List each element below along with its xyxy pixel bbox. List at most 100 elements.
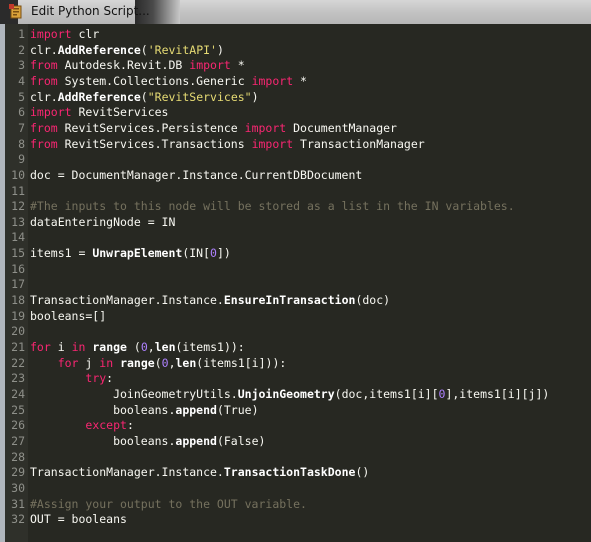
code-token: () — [355, 465, 370, 480]
code-line[interactable]: 24 JoinGeometryUtils.UnjoinGeometry(doc,… — [5, 386, 591, 402]
code-token: RevitServices.Transactions — [57, 136, 252, 151]
code-line[interactable]: 6 import RevitServices — [5, 104, 591, 120]
code-line[interactable]: 16 — [5, 261, 591, 277]
string-token: "RevitServices" — [147, 89, 252, 104]
code-line[interactable]: 5 clr.AddReference("RevitServices") — [5, 89, 591, 105]
code-line[interactable]: 2 clr.AddReference('RevitAPI') — [5, 42, 591, 58]
code-token: clr. — [30, 89, 58, 104]
code-line[interactable]: 13 dataEnteringNode = IN — [5, 214, 591, 230]
code-line[interactable]: 21 for i in range (0,len(items1)): — [5, 339, 591, 355]
code-token: items1 = — [30, 246, 93, 261]
line-code: from System.Collections.Generic import * — [30, 73, 307, 89]
code-line[interactable]: 29 TransactionManager.Instance.Transactio… — [5, 464, 591, 480]
line-code: from Autodesk.Revit.DB import * — [30, 57, 245, 73]
code-token: TransactionManager.Instance. — [30, 293, 224, 308]
line-code: for i in range (0,len(items1)): — [30, 339, 245, 355]
comment-token: #The inputs to this node will be stored … — [30, 199, 515, 214]
code-token: JoinGeometryUtils. — [30, 386, 238, 401]
line-number: 20 — [11, 324, 25, 339]
line-number: 31 — [11, 496, 25, 511]
function-token: append — [175, 402, 217, 417]
keyword-token: import — [189, 58, 231, 73]
code-token: (doc) — [355, 293, 391, 308]
code-line[interactable]: 11 — [5, 183, 591, 199]
line-number: 13 — [11, 214, 25, 229]
line-code: booleans.append(False) — [30, 433, 265, 449]
line-number: 11 — [11, 183, 25, 198]
number-token: 0 — [140, 340, 148, 354]
code-token: DocumentManager — [286, 120, 397, 135]
line-code: from RevitServices.Transactions import T… — [30, 136, 425, 152]
line-code: JoinGeometryUtils.UnjoinGeometry(doc,ite… — [30, 386, 549, 402]
code-token: : — [126, 418, 134, 433]
function-token: range — [92, 340, 127, 354]
line-code: from RevitServices.Persistence import Do… — [30, 120, 397, 136]
code-token: ( — [126, 340, 141, 354]
code-token: (IN[ — [182, 246, 211, 261]
code-token: ],items1[i][j]) — [445, 386, 550, 401]
code-line[interactable]: 8 from RevitServices.Transactions import … — [5, 136, 591, 152]
code-editor[interactable]: 1 import clr 2 clr.AddReference('RevitAPI')… — [5, 24, 591, 542]
code-line[interactable]: 27 booleans.append(False) — [5, 433, 591, 449]
line-code: doc = DocumentManager.Instance.CurrentDB… — [30, 167, 362, 183]
number-token: 0 — [161, 355, 169, 370]
function-token: len — [175, 355, 197, 370]
function-token: UnjoinGeometry — [237, 386, 335, 401]
code-line[interactable]: 1 import clr — [5, 26, 591, 42]
script-app-icon — [9, 4, 22, 19]
line-code: for j in range(0,len(items1[i])): — [30, 355, 287, 371]
code-token: clr — [71, 27, 100, 41]
code-line[interactable]: 28 — [5, 449, 591, 465]
code-line[interactable]: 3 from Autodesk.Revit.DB import * — [5, 57, 591, 73]
code-line[interactable]: 14 — [5, 229, 591, 245]
code-line[interactable]: 4 from System.Collections.Generic import … — [5, 73, 591, 89]
code-token: , — [147, 340, 155, 354]
code-line[interactable]: 25 booleans.append(True) — [5, 402, 591, 418]
code-line[interactable]: 26 except: — [5, 417, 591, 433]
code-line[interactable]: 30 — [5, 480, 591, 496]
line-number: 6 — [18, 105, 25, 120]
code-line[interactable]: 17 — [5, 276, 591, 292]
code-line[interactable]: 9 — [5, 151, 591, 167]
code-token: : — [106, 371, 114, 386]
keyword-token: in — [71, 340, 86, 354]
code-token: clr. — [30, 42, 58, 57]
keyword-token: from — [30, 136, 58, 151]
python-editor-window: Edit Python Script... 1 import clr 2 clr.Ad… — [0, 0, 591, 542]
code-token: * — [293, 73, 307, 88]
code-line[interactable]: 20 — [5, 323, 591, 339]
code-line[interactable]: 7 from RevitServices.Persistence import D… — [5, 120, 591, 136]
code-token: * — [230, 58, 245, 73]
line-code: import RevitServices — [30, 104, 168, 120]
line-number: 18 — [11, 293, 25, 308]
comment-token: #Assign your output to the OUT variable. — [30, 496, 307, 511]
code-line[interactable]: 15 items1 = UnwrapElement(IN[0]) — [5, 245, 591, 261]
code-token: (items1[i])): — [196, 355, 287, 370]
title-bar[interactable]: Edit Python Script... — [0, 0, 591, 25]
keyword-token: import — [251, 73, 294, 88]
code-line[interactable]: 23 try: — [5, 370, 591, 386]
line-code: items1 = UnwrapElement(IN[0]) — [30, 245, 231, 261]
code-line[interactable]: 31 #Assign your output to the OUT variabl… — [5, 496, 591, 512]
line-code: except: — [30, 417, 134, 433]
number-token: 0 — [210, 246, 217, 261]
line-number: 21 — [11, 340, 25, 354]
code-token: (doc,items1[i][ — [334, 386, 439, 401]
line-code: try: — [30, 370, 113, 386]
code-line[interactable]: 18 TransactionManager.Instance.EnsureInTr… — [5, 292, 591, 308]
keyword-token: import — [244, 120, 287, 135]
line-number: 4 — [18, 73, 25, 88]
code-token: Autodesk.Revit.DB — [57, 58, 190, 73]
line-code: #Assign your output to the OUT variable. — [30, 496, 307, 512]
code-line[interactable]: 12 #The inputs to this node will be store… — [5, 198, 591, 214]
code-line[interactable]: 32 OUT = booleans — [5, 511, 591, 527]
code-token: OUT = booleans — [30, 512, 127, 527]
code-line[interactable]: 19 booleans=[] — [5, 308, 591, 324]
line-number: 29 — [11, 465, 25, 480]
keyword-token: for — [57, 355, 79, 370]
code-token: RevitServices — [71, 105, 169, 120]
code-line[interactable]: 10 doc = DocumentManager.Instance.Current… — [5, 167, 591, 183]
code-line[interactable]: 22 for j in range(0,len(items1[i])): — [5, 355, 591, 371]
